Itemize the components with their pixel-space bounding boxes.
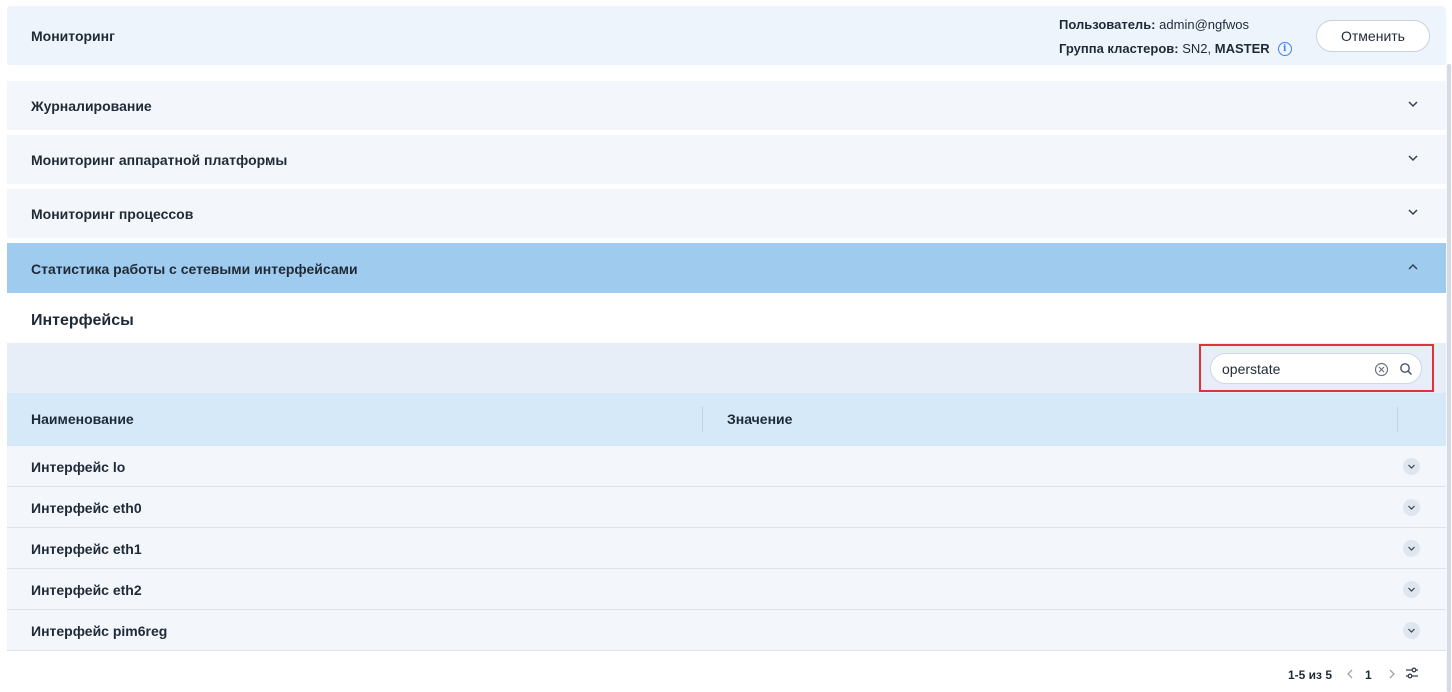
interface-name: Интерфейс eth2	[31, 582, 142, 598]
column-divider[interactable]	[1397, 407, 1398, 432]
section-process-monitoring[interactable]: Мониторинг процессов	[7, 189, 1446, 238]
cluster-info: Группа кластеров: SN2, MASTER i	[1059, 41, 1292, 56]
page-header: Мониторинг Пользователь: admin@ngfwos Гр…	[7, 6, 1446, 65]
interface-name: Интерфейс pim6reg	[31, 623, 168, 639]
chevron-down-icon	[1408, 464, 1415, 469]
search-box	[1210, 353, 1422, 384]
table-row[interactable]: Интерфейс eth2	[7, 569, 1446, 610]
table-row[interactable]: Интерфейс pim6reg	[7, 610, 1446, 651]
pagination-range: 1-5 из 5	[1288, 668, 1333, 682]
section-label: Мониторинг процессов	[31, 206, 194, 222]
expand-row-button[interactable]	[1403, 581, 1420, 598]
chevron-down-icon	[1408, 155, 1418, 162]
table-row[interactable]: Интерфейс eth0	[7, 487, 1446, 528]
expand-row-button[interactable]	[1403, 499, 1420, 516]
section-label: Журналирование	[31, 98, 152, 114]
info-icon[interactable]: i	[1277, 41, 1292, 56]
expand-row-button[interactable]	[1403, 622, 1420, 639]
chevron-left-icon[interactable]	[1345, 668, 1355, 680]
interface-name: Интерфейс lo	[31, 459, 126, 475]
expand-row-button[interactable]	[1403, 540, 1420, 557]
chevron-down-icon	[1408, 505, 1415, 510]
chevron-down-icon	[1408, 587, 1415, 592]
cluster-role: MASTER	[1214, 41, 1270, 56]
search-icon[interactable]	[1399, 362, 1413, 376]
section-network-interfaces[interactable]: Статистика работы с сетевыми интерфейсам…	[7, 243, 1446, 293]
table-row[interactable]: Интерфейс lo	[7, 446, 1446, 487]
chevron-down-icon	[1408, 628, 1415, 633]
table-header: Наименование Значение	[7, 393, 1446, 446]
search-highlight	[1199, 344, 1434, 392]
clear-icon[interactable]	[1374, 362, 1389, 377]
cluster-value: SN2,	[1182, 41, 1212, 56]
section-logging[interactable]: Журналирование	[7, 81, 1446, 130]
section-label: Статистика работы с сетевыми интерфейсам…	[31, 261, 358, 277]
table-row[interactable]: Интерфейс eth1	[7, 528, 1446, 569]
scrollbar-thumb[interactable]	[1447, 64, 1451, 692]
expand-row-button[interactable]	[1403, 458, 1420, 475]
user-label: Пользователь:	[1059, 17, 1156, 32]
interface-name: Интерфейс eth1	[31, 541, 142, 557]
user-value: admin@ngfwos	[1159, 17, 1249, 32]
column-header-value[interactable]: Значение	[727, 411, 792, 427]
cancel-button[interactable]: Отменить	[1316, 20, 1430, 52]
chevron-down-icon	[1408, 546, 1415, 551]
scrollbar[interactable]	[1446, 64, 1452, 692]
section-label: Мониторинг аппаратной платформы	[31, 152, 288, 168]
table-footer: 1-5 из 5 1	[7, 652, 1446, 692]
cluster-label: Группа кластеров:	[1059, 41, 1179, 56]
section-hardware-monitoring[interactable]: Мониторинг аппаратной платформы	[7, 135, 1446, 184]
column-header-name[interactable]: Наименование	[31, 411, 134, 427]
chevron-right-icon[interactable]	[1387, 668, 1397, 680]
monitoring-app: Мониторинг Пользователь: admin@ngfwos Гр…	[7, 6, 1446, 692]
pagination-current-page[interactable]: 1	[1365, 668, 1372, 682]
settings-sliders-icon[interactable]	[1405, 666, 1419, 680]
column-divider[interactable]	[702, 407, 703, 432]
search-input[interactable]	[1222, 360, 1362, 378]
page-title: Мониторинг	[31, 28, 115, 44]
user-info: Пользователь: admin@ngfwos	[1059, 17, 1249, 32]
interface-name: Интерфейс eth0	[31, 500, 142, 516]
panel-title: Интерфейсы	[31, 312, 134, 329]
chevron-down-icon	[1408, 101, 1418, 108]
chevron-down-icon	[1408, 209, 1418, 216]
chevron-up-icon	[1408, 263, 1418, 270]
